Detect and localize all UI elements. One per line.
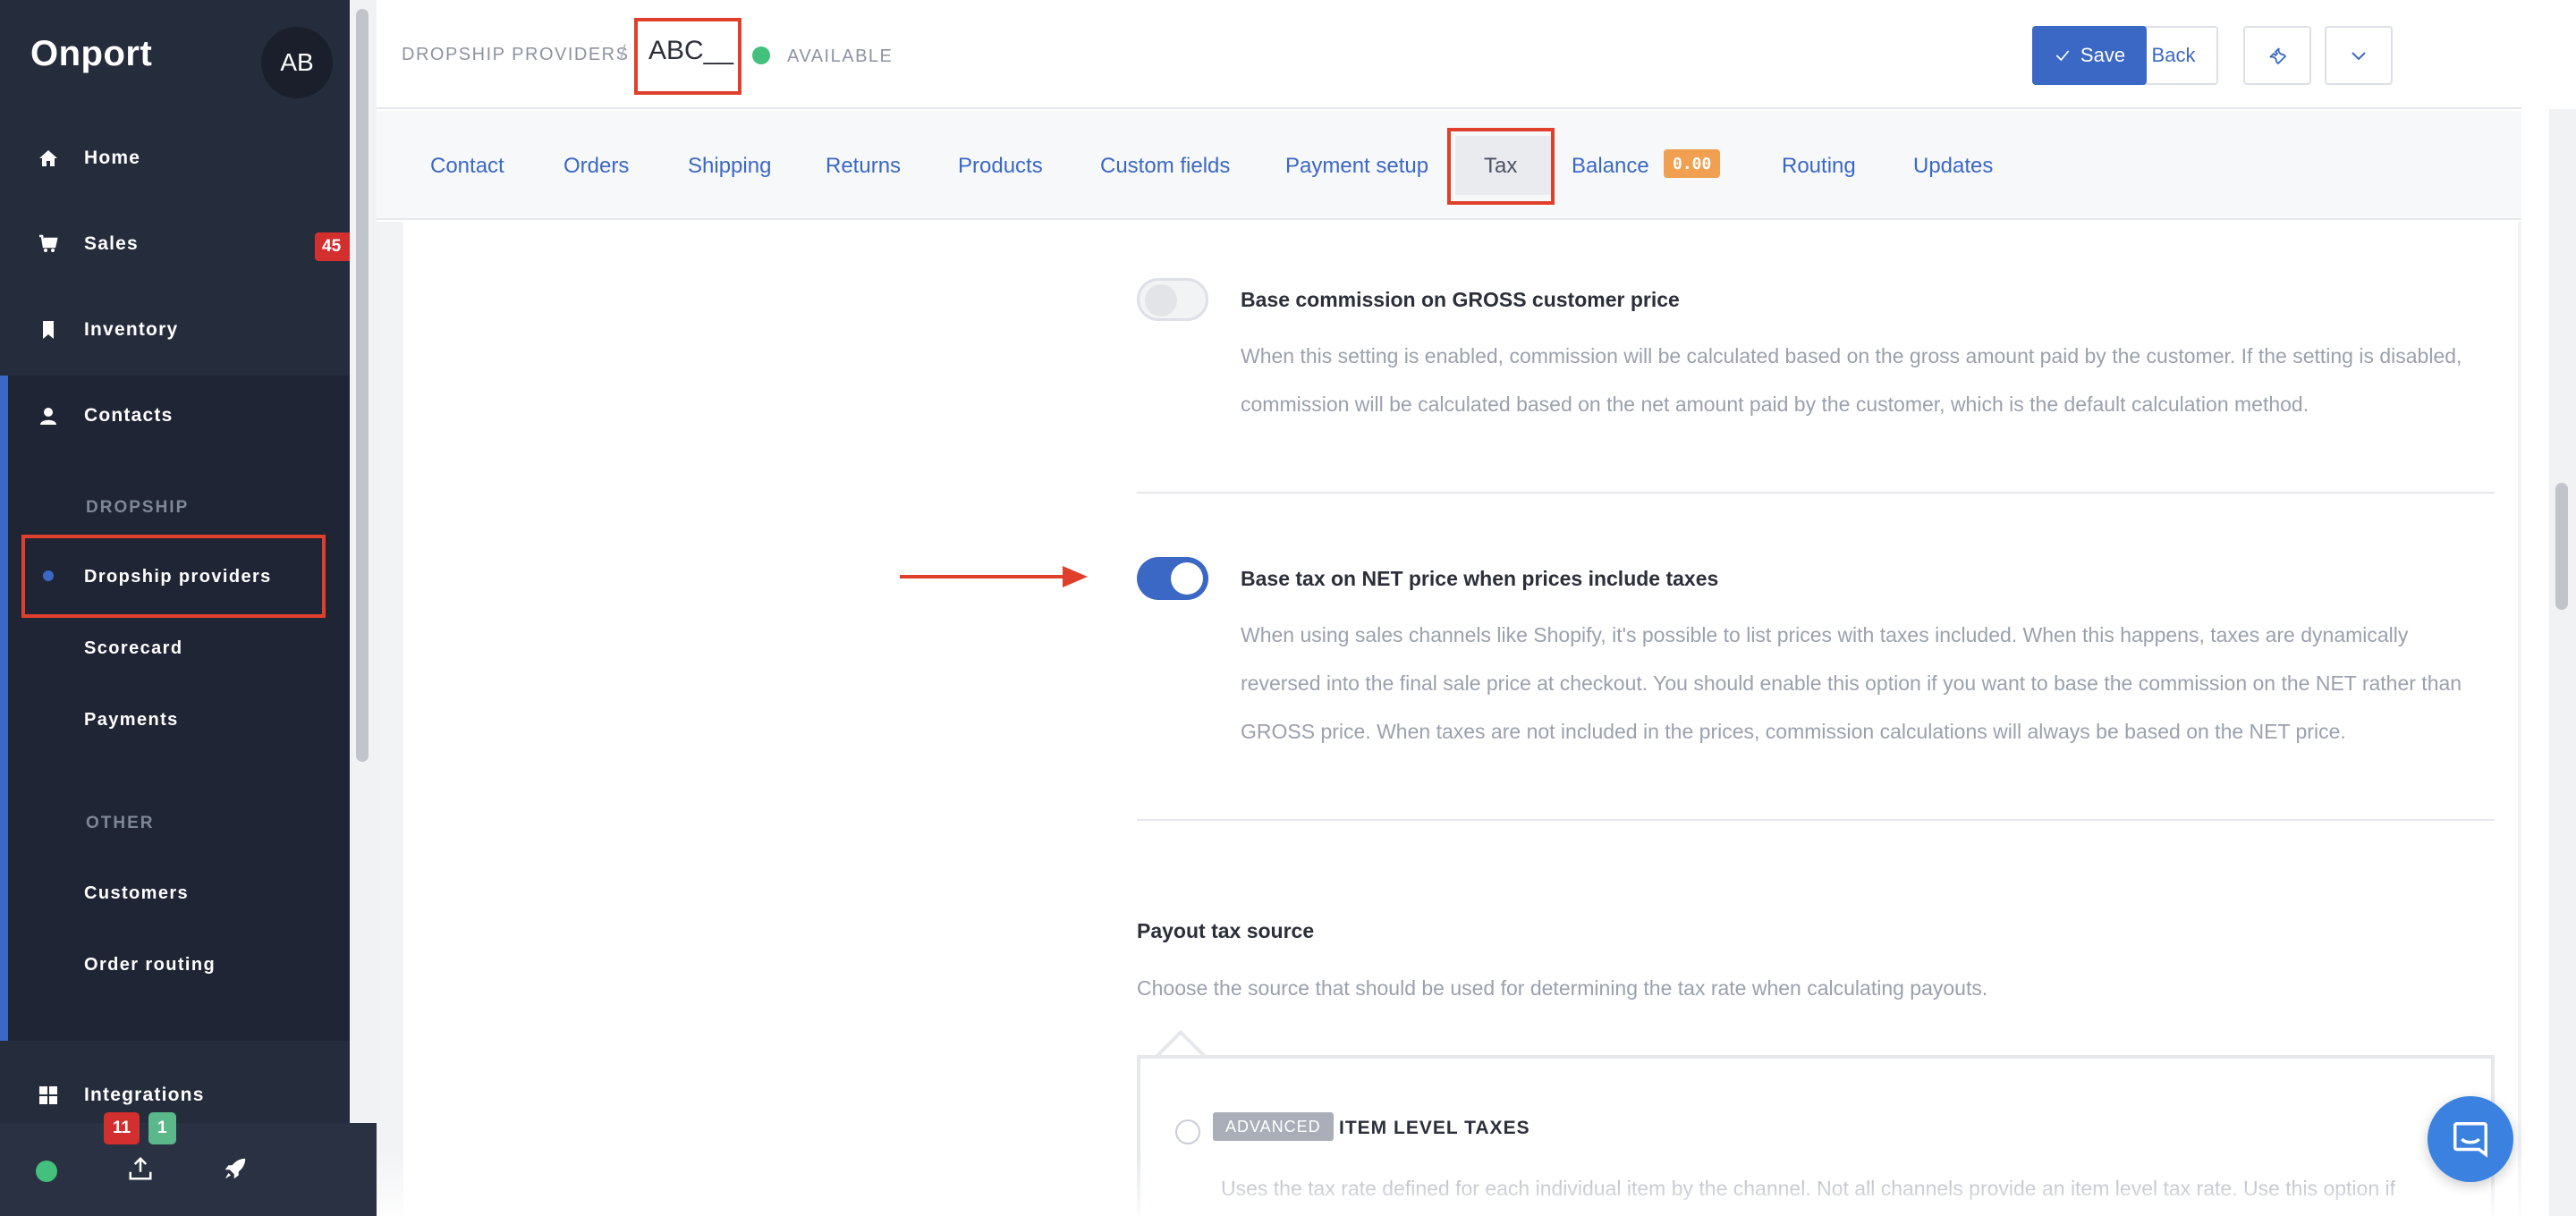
tab-updates[interactable]: Updates	[1913, 154, 1993, 179]
sidebar-scrollbar-thumb[interactable]	[356, 9, 369, 762]
more-dropdown-button[interactable]	[2325, 26, 2393, 85]
nav-sales-label: Sales	[84, 233, 139, 254]
chevron-down-icon	[2351, 52, 2366, 61]
payout-tax-source-title: Payout tax source	[1137, 919, 1315, 942]
chat-icon	[2453, 1122, 2487, 1158]
tab-routing[interactable]: Routing	[1782, 154, 1856, 179]
home-icon	[38, 148, 59, 169]
upload-icon[interactable]	[125, 1153, 156, 1184]
nav-home[interactable]: Home	[38, 148, 140, 169]
tab-returns[interactable]: Returns	[826, 154, 901, 179]
payout-tax-source-description: Choose the source that should be used fo…	[1137, 976, 1988, 1000]
tab-orders[interactable]: Orders	[564, 154, 629, 179]
grid-icon	[38, 1085, 59, 1106]
breadcrumb[interactable]: DROPSHIP PROVIDERS	[402, 45, 629, 65]
balance-badge: 0.00	[1664, 149, 1721, 178]
breadcrumb-separator: /	[620, 41, 626, 65]
page-header: DROPSHIP PROVIDERS / ABC__ AVAILABLE Bac…	[377, 0, 2521, 109]
gross-commission-toggle[interactable]	[1137, 278, 1208, 321]
cart-icon	[38, 233, 59, 255]
active-section-indicator	[0, 376, 8, 1041]
check-icon	[2055, 50, 2070, 62]
nav-contacts[interactable]: Contacts	[38, 405, 173, 426]
wrench-icon	[2269, 47, 2287, 65]
notification-count-badge: 1	[148, 1112, 176, 1144]
item-level-taxes-title: ITEM LEVEL TAXES	[1339, 1118, 1530, 1138]
annotation-highlight-tax-tab	[1447, 128, 1555, 205]
annotation-highlight-provider-name	[634, 18, 741, 95]
item-level-taxes-radio[interactable]	[1175, 1119, 1200, 1144]
divider	[1137, 819, 2495, 821]
chat-launcher-button[interactable]	[2428, 1096, 2513, 1182]
status-badge: AVAILABLE	[787, 46, 894, 66]
gross-commission-title: Base commission on GROSS customer price	[1241, 288, 1680, 311]
bookmark-icon	[38, 319, 59, 341]
net-tax-title: Base tax on NET price when prices includ…	[1241, 567, 1719, 590]
nav-sales[interactable]: Sales	[38, 233, 139, 255]
advanced-badge: ADVANCED	[1213, 1112, 1334, 1141]
net-tax-description: When using sales channels like Shopify, …	[1241, 623, 2462, 743]
contacts-group	[8, 376, 350, 1041]
user-avatar[interactable]: AB	[261, 27, 333, 98]
nav-inventory[interactable]: Inventory	[38, 319, 178, 341]
tab-custom-fields[interactable]: Custom fields	[1100, 154, 1230, 179]
upload-count-badge: 11	[104, 1112, 140, 1144]
tab-payment-setup[interactable]: Payment setup	[1285, 154, 1428, 179]
item-level-taxes-description: Uses the tax rate defined for each indiv…	[1221, 1177, 2395, 1200]
annotation-highlight-dropship-providers	[21, 535, 326, 618]
section-other: OTHER	[86, 814, 155, 832]
app-logo[interactable]: Onport	[30, 34, 152, 74]
rocket-icon[interactable]	[220, 1153, 250, 1184]
gross-commission-description: When this setting is enabled, commission…	[1241, 344, 2462, 416]
user-icon	[38, 405, 59, 426]
tab-balance[interactable]: Balance	[1572, 154, 1649, 179]
page-scrollbar-thumb[interactable]	[2555, 483, 2568, 610]
toggle-knob	[1145, 284, 1177, 317]
save-button[interactable]: Save	[2032, 26, 2147, 85]
tab-bar: Contact Orders Shipping Returns Products…	[377, 111, 2521, 220]
tab-contact[interactable]: Contact	[430, 154, 504, 179]
nav-home-label: Home	[84, 148, 141, 168]
toggle-knob	[1171, 562, 1203, 595]
divider	[1137, 492, 2495, 494]
sidebar-item-scorecard[interactable]: Scorecard	[84, 638, 182, 659]
sidebar-item-order-routing[interactable]: Order routing	[84, 955, 216, 975]
tab-shipping[interactable]: Shipping	[688, 154, 771, 179]
wrench-button[interactable]	[2243, 26, 2311, 85]
sidebar-item-customers[interactable]: Customers	[84, 883, 189, 904]
online-status-icon[interactable]	[36, 1161, 57, 1182]
nav-integrations-label: Integrations	[84, 1085, 205, 1105]
save-button-label: Save	[2080, 44, 2126, 66]
tab-products[interactable]: Products	[958, 154, 1043, 179]
section-dropship: DROPSHIP	[86, 498, 190, 517]
page-scrollbar-track[interactable]	[2549, 109, 2576, 1216]
nav-inventory-label: Inventory	[84, 319, 179, 340]
annotation-arrow-icon	[900, 566, 1088, 587]
sales-count-badge: 45	[315, 232, 350, 261]
back-button-label: Back	[2151, 44, 2196, 66]
sidebar-item-payments[interactable]: Payments	[84, 710, 179, 730]
nav-contacts-label: Contacts	[84, 405, 174, 426]
nav-integrations[interactable]: Integrations	[38, 1085, 205, 1106]
net-tax-toggle[interactable]	[1137, 557, 1208, 600]
status-indicator-icon	[752, 46, 770, 64]
